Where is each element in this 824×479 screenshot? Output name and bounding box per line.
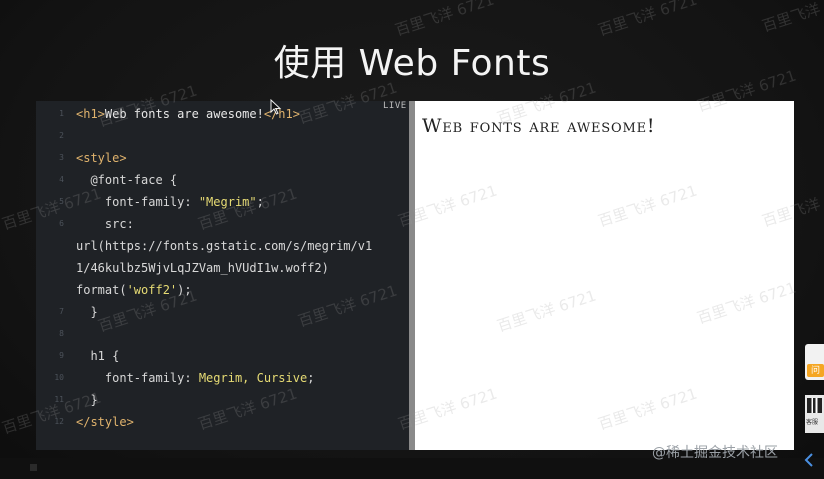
line-number: 12	[54, 417, 64, 426]
code-token: h1 {	[76, 349, 120, 363]
line-number: 10	[54, 373, 64, 382]
code-token: </style>	[76, 415, 134, 429]
code-line: url(https://fonts.gstatic.com/s/megrim/v…	[36, 235, 409, 257]
line-number: 5	[59, 197, 64, 206]
code-text: }	[76, 301, 98, 323]
code-line: 8	[36, 323, 409, 345]
code-line: 2	[36, 125, 409, 147]
code-token: <h1>	[76, 107, 105, 121]
code-text: <style>	[76, 147, 127, 169]
code-line: 1 <h1>Web fonts are awesome!</h1>	[36, 103, 409, 125]
chevron-left-icon[interactable]	[803, 452, 815, 468]
code-text: src:	[76, 213, 134, 235]
code-text: h1 {	[76, 345, 119, 367]
code-line: 11 }	[36, 389, 409, 411]
code-token: ;	[256, 195, 264, 209]
code-line: 7 }	[36, 301, 409, 323]
code-line: 4 @font-face {	[36, 169, 409, 191]
qr-code-widget[interactable]: 客服	[805, 395, 824, 433]
slide-title: 使用 Web Fonts	[273, 43, 551, 84]
preview-pane: Web fonts are awesome!	[415, 101, 794, 450]
code-token: font-family:	[76, 195, 199, 209]
code-token: ;	[307, 371, 315, 385]
code-text: font-family: "Megrim";	[76, 191, 264, 213]
mouse-cursor-icon	[270, 99, 282, 115]
line-number: 1	[59, 109, 64, 118]
code-token: Web fonts are awesome!	[104, 107, 264, 121]
preview-heading: Web fonts are awesome!	[422, 115, 656, 137]
code-line: 3 <style>	[36, 147, 409, 169]
code-text: <h1>Web fonts are awesome!</h1>	[76, 103, 300, 125]
line-number: 6	[59, 219, 64, 228]
code-text: format('woff2');	[76, 279, 192, 301]
code-text: 1/46kulbz5WjvLqJZVam_hVUdI1w.woff2)	[76, 257, 329, 279]
ask-button[interactable]: 问	[807, 364, 824, 377]
code-token: format(	[76, 283, 127, 297]
code-line: 5 font-family: "Megrim";	[36, 191, 409, 213]
code-editor[interactable]: 1 <h1>Web fonts are awesome!</h1> 2 3 <style…	[36, 101, 409, 450]
line-number: 3	[59, 153, 64, 162]
line-number: 4	[59, 175, 64, 184]
code-token: url(https://fonts.gstatic.com/s/megrim/v…	[76, 239, 373, 253]
code-token: src:	[76, 217, 134, 231]
code-line: 9 h1 {	[36, 345, 409, 367]
code-token: <style>	[76, 151, 127, 165]
line-number: 7	[59, 307, 64, 316]
code-token: );	[177, 283, 192, 297]
code-line: 6 src:	[36, 213, 409, 235]
code-text: url(https://fonts.gstatic.com/s/megrim/v…	[76, 235, 372, 257]
code-token: @font-face {	[76, 173, 178, 187]
line-number: 9	[59, 351, 64, 360]
bottom-bar-marker	[30, 464, 37, 471]
code-token: }	[76, 393, 98, 407]
code-line: 12 </style>	[36, 411, 409, 433]
code-token: 'woff2'	[126, 283, 178, 297]
line-number: 8	[59, 329, 64, 338]
site-watermark: @稀土掘金技术社区	[652, 445, 778, 461]
code-token: Megrim, Cursive	[198, 371, 308, 385]
line-number: 2	[59, 131, 64, 140]
live-badge: LIVE	[383, 101, 407, 111]
code-text: @font-face {	[76, 169, 177, 191]
code-text: }	[76, 389, 98, 411]
qr-code-icon	[807, 398, 822, 413]
code-token: "Megrim"	[198, 195, 257, 209]
qr-caption: 客服	[806, 420, 819, 426]
code-line: format('woff2');	[36, 279, 409, 301]
code-token: 1/46kulbz5WjvLqJZVam_hVUdI1w.woff2)	[76, 261, 329, 275]
code-line: 10 font-family: Megrim, Cursive;	[36, 367, 409, 389]
code-token: font-family:	[76, 371, 199, 385]
code-text: font-family: Megrim, Cursive;	[76, 367, 315, 389]
code-token: }	[76, 305, 98, 319]
code-text: </style>	[76, 411, 134, 433]
line-number: 11	[54, 395, 64, 404]
watermark-text: 百里飞洋 6721	[759, 0, 824, 36]
slide: 使用 Web Fonts 1 <h1>Web fonts are awesome!…	[0, 0, 824, 479]
code-line: 1/46kulbz5WjvLqJZVam_hVUdI1w.woff2)	[36, 257, 409, 279]
help-widget[interactable]: 问	[805, 344, 824, 380]
